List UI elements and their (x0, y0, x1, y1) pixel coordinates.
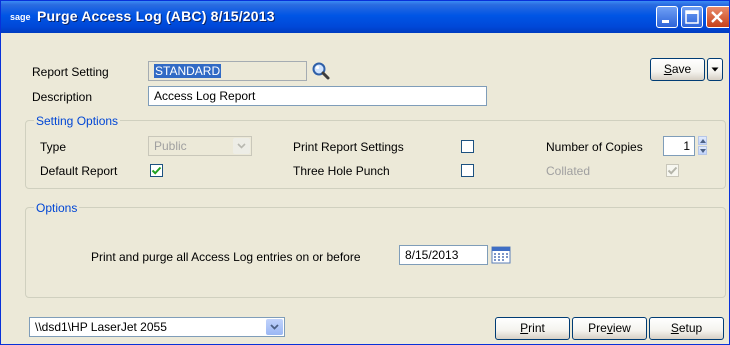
collated-label: Collated (546, 164, 591, 178)
options-title: Options (34, 201, 80, 215)
type-dropdown-arrow (233, 138, 250, 154)
dropdown-arrow-icon (711, 67, 719, 72)
maximize-button[interactable] (681, 6, 703, 28)
printer-dropdown-arrow[interactable] (266, 319, 283, 335)
type-select[interactable]: Public (148, 136, 252, 156)
chevron-down-icon (237, 143, 246, 149)
save-button-accel: S (663, 62, 672, 76)
save-button[interactable]: Save (650, 58, 705, 81)
description-label: Description (32, 90, 93, 104)
description-value: Access Log Report (154, 89, 256, 103)
print-button[interactable]: Print (495, 317, 570, 340)
preview-button-label-pre: Pre (588, 321, 607, 335)
purge-date-label: Print and purge all Access Log entries o… (91, 250, 361, 264)
three-hole-punch-label: Three Hole Punch (293, 164, 390, 178)
checkmark-icon (151, 166, 162, 175)
copies-spin-down-button[interactable] (698, 146, 707, 155)
close-icon (711, 11, 723, 23)
minimize-icon (662, 20, 669, 23)
purge-date-value: 8/15/2013 (405, 248, 459, 262)
close-button[interactable] (706, 6, 729, 28)
copies-spin-up-button[interactable] (698, 136, 707, 145)
number-of-copies-value: 1 (683, 139, 690, 153)
purge-access-log-window: sage Purge Access Log (ABC) 8/15/2013 Re… (0, 0, 730, 345)
spin-up-icon (700, 139, 706, 143)
print-report-settings-label: Print Report Settings (293, 140, 404, 154)
collated-checkbox[interactable] (666, 164, 679, 177)
default-report-label: Default Report (40, 164, 118, 178)
title-bar[interactable]: sage Purge Access Log (ABC) 8/15/2013 (1, 1, 729, 33)
purge-date-input[interactable]: 8/15/2013 (399, 245, 488, 265)
printer-select[interactable]: \\dsd1\HP LaserJet 2055 (29, 317, 285, 337)
minimize-button[interactable] (656, 6, 678, 28)
chevron-down-icon (270, 324, 279, 330)
preview-button-label-post: iew (612, 321, 631, 335)
setting-options-title: Setting Options (34, 114, 121, 128)
report-setting-value: STANDARD (154, 64, 222, 78)
sage-logo-icon: sage (10, 12, 31, 22)
default-report-checkbox[interactable] (150, 164, 163, 177)
preview-button[interactable]: Preview (572, 317, 647, 340)
print-button-accel: P (520, 321, 529, 335)
save-button-label-post: ave (671, 62, 692, 76)
report-setting-label: Report Setting (32, 65, 109, 79)
description-field[interactable]: Access Log Report (148, 86, 487, 106)
search-icon[interactable] (311, 61, 331, 81)
printer-value: \\dsd1\HP LaserJet 2055 (35, 320, 167, 334)
window-title: Purge Access Log (ABC) 8/15/2013 (37, 8, 275, 24)
spin-down-icon (700, 149, 706, 153)
setup-button[interactable]: Setup (649, 317, 724, 340)
print-report-settings-checkbox[interactable] (461, 140, 474, 153)
type-label: Type (40, 140, 67, 154)
setup-button-label-post: etup (678, 321, 703, 335)
three-hole-punch-checkbox[interactable] (461, 164, 474, 177)
print-button-label-post: rint (528, 321, 545, 335)
calendar-icon[interactable] (491, 246, 511, 264)
save-options-dropdown-button[interactable] (707, 58, 723, 81)
report-setting-field[interactable]: STANDARD (148, 61, 307, 81)
checkmark-icon (667, 166, 678, 175)
setting-options-group (25, 120, 726, 189)
type-value: Public (154, 139, 187, 153)
setup-button-accel: S (670, 321, 679, 335)
number-of-copies-label: Number of Copies (546, 140, 643, 154)
maximize-icon (685, 10, 699, 24)
number-of-copies-input[interactable]: 1 (663, 136, 695, 156)
